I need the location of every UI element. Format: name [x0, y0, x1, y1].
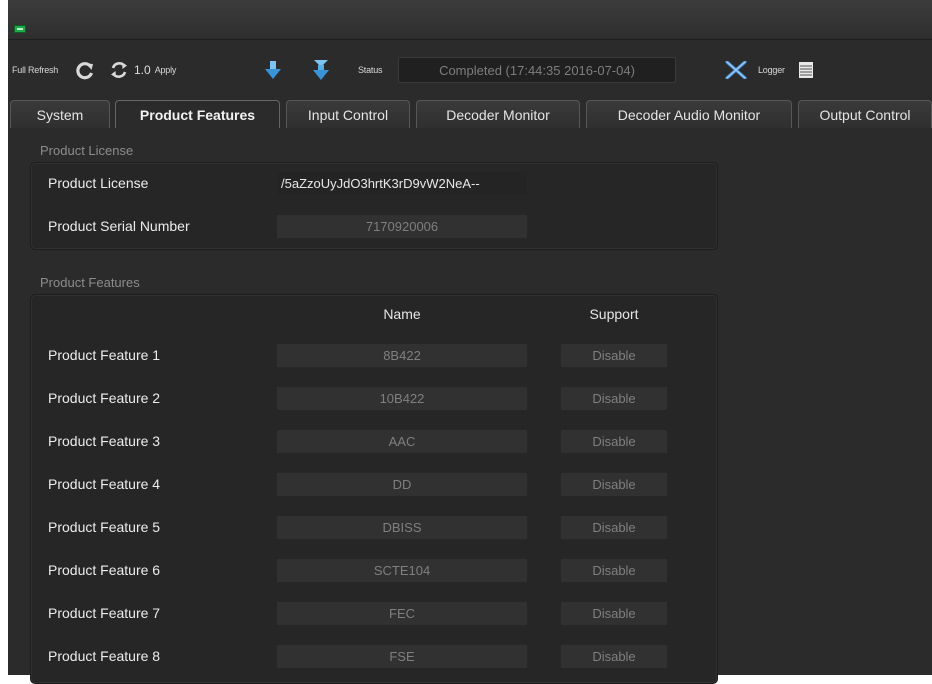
serial-field: 7170920006: [276, 214, 528, 239]
feature-label: Product Feature 7: [48, 605, 161, 621]
name-column-header: Name: [383, 306, 421, 322]
serial-label: Product Serial Number: [48, 218, 190, 234]
apply-value: 1.0: [134, 63, 151, 77]
feature-label: Product Feature 2: [48, 390, 161, 406]
full-refresh-icon[interactable]: [74, 52, 96, 88]
close-icon[interactable]: [724, 52, 748, 88]
feature-support-field: Disable: [560, 472, 668, 497]
toolbar: Full Refresh 1.0 Apply Status Completed …: [8, 52, 932, 88]
tab-bar: System Product Features Input Control De…: [8, 100, 932, 128]
status-field: Completed (17:44:35 2016-07-04): [398, 57, 676, 83]
tab-decoder-monitor[interactable]: Decoder Monitor: [416, 100, 580, 128]
feature-support-field: Disable: [560, 644, 668, 669]
feature-support-field: Disable: [560, 343, 668, 368]
feature-name-field: DBISS: [276, 515, 528, 540]
title-bar: [8, 0, 932, 40]
feature-label: Product Feature 3: [48, 433, 161, 449]
license-section-title: Product License: [40, 143, 134, 158]
feature-name-field: DD: [276, 472, 528, 497]
feature-label: Product Feature 8: [48, 648, 161, 664]
app-icon: [14, 25, 26, 33]
tab-output-control[interactable]: Output Control: [798, 100, 932, 128]
feature-name-field: SCTE104: [276, 558, 528, 583]
app-window: Full Refresh 1.0 Apply Status Completed …: [8, 0, 932, 684]
feature-name-field: FSE: [276, 644, 528, 669]
feature-support-field: Disable: [560, 558, 668, 583]
feature-support-field: Disable: [560, 515, 668, 540]
apply-button[interactable]: 1.0 Apply: [134, 52, 176, 88]
full-refresh-label: Full Refresh: [12, 65, 59, 75]
status-label: Status: [358, 65, 383, 75]
download-icon[interactable]: [262, 52, 284, 88]
logger-icon[interactable]: [796, 52, 816, 88]
license-field[interactable]: /5aZzoUyJdO3hrtK3rD9vW2NeA--: [276, 171, 528, 196]
status-label-wrap: Status: [358, 52, 383, 88]
feature-support-field: Disable: [560, 429, 668, 454]
tab-product-features[interactable]: Product Features: [115, 100, 280, 128]
apply-label: Apply: [154, 65, 177, 75]
license-label: Product License: [48, 175, 149, 191]
full-refresh-button[interactable]: Full Refresh: [12, 52, 58, 88]
feature-name-field: 10B422: [276, 386, 528, 411]
feature-label: Product Feature 4: [48, 476, 161, 492]
logger-button[interactable]: Logger: [758, 52, 785, 88]
feature-name-field: 8B422: [276, 343, 528, 368]
features-section-title: Product Features: [40, 275, 140, 290]
download-all-icon[interactable]: [310, 52, 332, 88]
feature-label: Product Feature 1: [48, 347, 161, 363]
tab-decoder-audio-monitor[interactable]: Decoder Audio Monitor: [586, 100, 792, 128]
feature-name-field: FEC: [276, 601, 528, 626]
tab-system[interactable]: System: [10, 100, 110, 128]
logger-label: Logger: [758, 65, 785, 75]
refresh-icon[interactable]: [108, 52, 130, 88]
support-column-header: Support: [589, 306, 639, 322]
feature-label: Product Feature 6: [48, 562, 161, 578]
feature-label: Product Feature 5: [48, 519, 161, 535]
feature-support-field: Disable: [560, 386, 668, 411]
feature-name-field: AAC: [276, 429, 528, 454]
feature-support-field: Disable: [560, 601, 668, 626]
tab-input-control[interactable]: Input Control: [286, 100, 410, 128]
